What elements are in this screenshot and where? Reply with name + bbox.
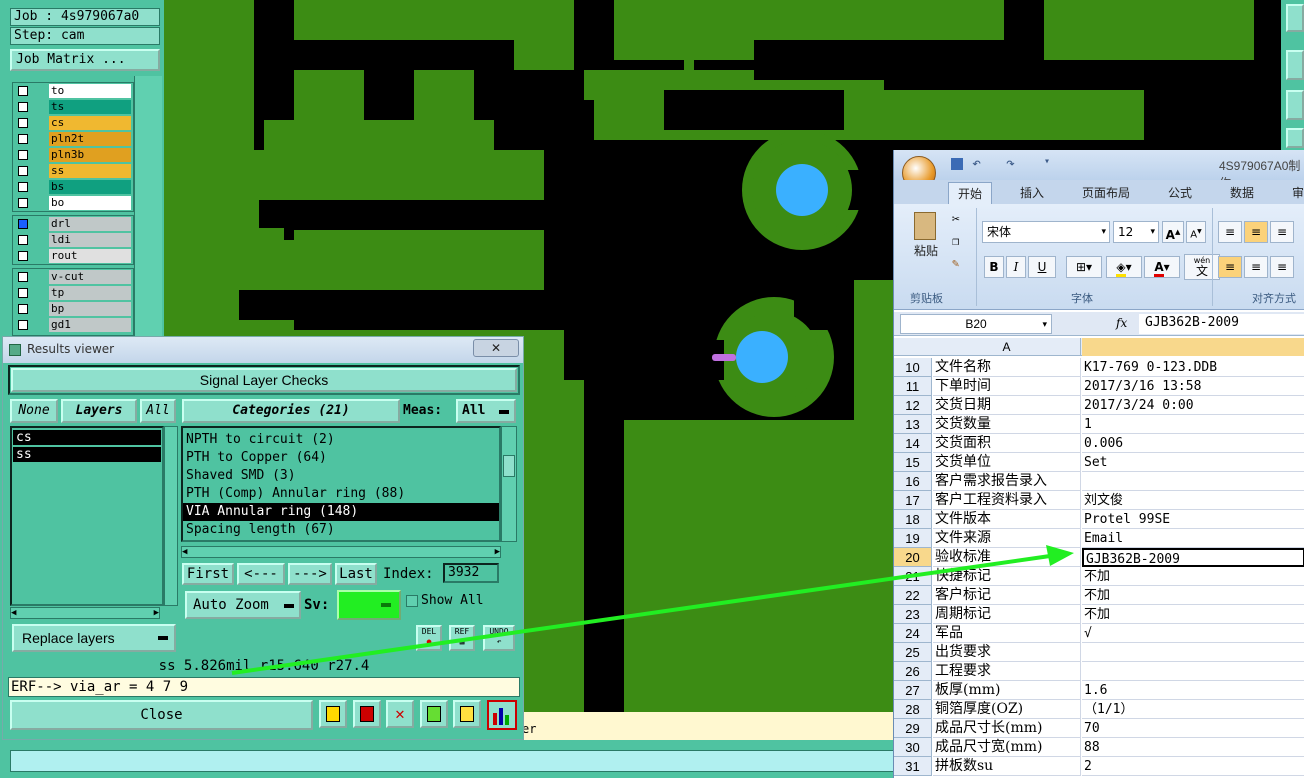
annotation-arrow: [231, 545, 1074, 675]
